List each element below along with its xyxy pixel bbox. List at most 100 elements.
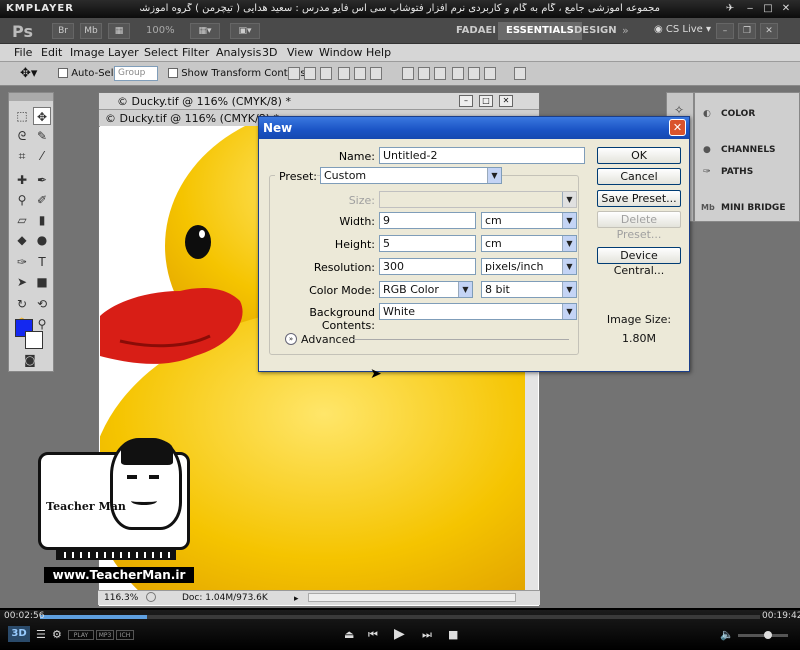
- eyedropper-tool-icon[interactable]: ⁄: [33, 147, 51, 165]
- pin-icon[interactable]: ✈: [724, 3, 736, 15]
- show-transform-option[interactable]: Show Transform Controls: [168, 68, 306, 79]
- app-restore-icon[interactable]: ❐: [738, 23, 756, 39]
- view-extras-icon[interactable]: ▦: [108, 23, 130, 39]
- move-tool-preset-icon[interactable]: ✥▾: [20, 66, 37, 81]
- healing-brush-tool-icon[interactable]: ✚: [13, 171, 31, 189]
- panel-mini-bridge[interactable]: Mb MINI BRIDGE: [695, 197, 799, 219]
- delete-preset-button[interactable]: Delete Preset...: [597, 211, 681, 241]
- auto-select-checkbox[interactable]: [58, 68, 68, 78]
- cancel-button[interactable]: Cancel: [597, 168, 681, 185]
- clone-stamp-tool-icon[interactable]: ⚲: [13, 191, 31, 209]
- play-icon[interactable]: ▶: [394, 626, 405, 642]
- history-brush-tool-icon[interactable]: ✐: [33, 191, 51, 209]
- eject-icon[interactable]: ⏏: [344, 628, 354, 641]
- panel-paths[interactable]: ✑ PATHS: [695, 161, 799, 183]
- eraser-tool-icon[interactable]: ▱: [13, 211, 31, 229]
- lasso-tool-icon[interactable]: ᘓ: [13, 127, 31, 145]
- app-close-icon[interactable]: ✕: [760, 23, 778, 39]
- volume-slider-handle[interactable]: [764, 631, 772, 639]
- minimize-icon[interactable]: ‒: [744, 3, 756, 15]
- launch-bridge-icon[interactable]: Br: [52, 23, 74, 39]
- doc-close-icon[interactable]: ✕: [499, 95, 513, 107]
- name-input[interactable]: Untitled-2: [379, 147, 585, 164]
- distribute-bottom-icon[interactable]: [434, 67, 446, 80]
- app-minimize-icon[interactable]: –: [716, 23, 734, 39]
- zoom-level[interactable]: 100%: [146, 25, 175, 36]
- bg-contents-dropdown[interactable]: White ▼: [379, 303, 577, 320]
- pen-tool-icon[interactable]: ✑: [13, 253, 31, 271]
- distribute-top-icon[interactable]: [402, 67, 414, 80]
- menu-filter[interactable]: Filter: [182, 46, 209, 59]
- dialog-title-bar[interactable]: New: [259, 117, 689, 139]
- mode-badge-mp3[interactable]: MP3: [96, 630, 114, 640]
- crop-tool-icon[interactable]: ⌗: [13, 147, 31, 165]
- mode-badge-play[interactable]: PLAY: [68, 630, 94, 640]
- ok-button[interactable]: OK: [597, 147, 681, 164]
- align-top-icon[interactable]: [288, 67, 300, 80]
- quick-mask-icon[interactable]: ◙: [21, 351, 39, 369]
- workspace-fadaei[interactable]: FADAEI: [448, 22, 504, 40]
- maximize-icon[interactable]: □: [762, 3, 774, 15]
- width-input[interactable]: 9: [379, 212, 476, 229]
- doc-maximize-icon[interactable]: □: [479, 95, 493, 107]
- advanced-toggle-icon[interactable]: »: [285, 333, 297, 345]
- panel-color[interactable]: ◐ COLOR: [695, 103, 799, 125]
- menu-edit[interactable]: Edit: [41, 46, 62, 59]
- menu-help[interactable]: Help: [366, 46, 391, 59]
- tools-panel-header[interactable]: [9, 93, 53, 101]
- more-workspaces-icon[interactable]: »: [622, 24, 629, 37]
- move-tool-icon[interactable]: ✥: [33, 107, 51, 125]
- menu-view[interactable]: View: [287, 46, 313, 59]
- device-central-button[interactable]: Device Central...: [597, 247, 681, 277]
- screen-mode-icon[interactable]: ▣▾: [230, 23, 260, 39]
- workspace-design[interactable]: DESIGN: [566, 22, 625, 40]
- align-hcenter-icon[interactable]: [354, 67, 366, 80]
- status-menu-icon[interactable]: ▸: [294, 592, 299, 606]
- distribute-hcenter-icon[interactable]: [468, 67, 480, 80]
- panel-dock-icon[interactable]: ✧: [674, 103, 684, 117]
- blur-tool-icon[interactable]: ◆: [13, 231, 31, 249]
- auto-align-icon[interactable]: [514, 67, 526, 80]
- playlist-icon[interactable]: ☰: [36, 628, 46, 641]
- background-color-swatch[interactable]: [25, 331, 43, 349]
- document-zoom[interactable]: 116.3%: [104, 591, 138, 605]
- save-preset-button[interactable]: Save Preset...: [597, 190, 681, 207]
- distribute-left-icon[interactable]: [452, 67, 464, 80]
- width-unit-dropdown[interactable]: cm ▼: [481, 212, 577, 229]
- size-dropdown[interactable]: ▼: [379, 191, 577, 208]
- stop-icon[interactable]: ■: [448, 628, 458, 641]
- dodge-tool-icon[interactable]: ●: [33, 231, 51, 249]
- show-transform-checkbox[interactable]: [168, 68, 178, 78]
- bit-depth-dropdown[interactable]: 8 bit ▼: [481, 281, 577, 298]
- quick-selection-tool-icon[interactable]: ✎: [33, 127, 51, 145]
- 3d-rotate-tool-icon[interactable]: ↻: [13, 295, 31, 313]
- settings-gear-icon[interactable]: ⚙: [52, 628, 62, 641]
- menu-image[interactable]: Image: [70, 46, 104, 59]
- path-selection-tool-icon[interactable]: ➤: [13, 273, 31, 291]
- auto-select-dropdown[interactable]: Group: [114, 66, 158, 81]
- volume-icon[interactable]: 🔈: [720, 628, 734, 641]
- resolution-unit-dropdown[interactable]: pixels/inch ▼: [481, 258, 577, 275]
- close-icon[interactable]: ✕: [780, 3, 792, 15]
- gradient-tool-icon[interactable]: ▮: [33, 211, 51, 229]
- align-left-icon[interactable]: [338, 67, 350, 80]
- mode-badge-ich[interactable]: ICH: [116, 630, 134, 640]
- resolution-input[interactable]: 300: [379, 258, 476, 275]
- align-vcenter-icon[interactable]: [304, 67, 316, 80]
- preset-dropdown[interactable]: Custom ▼: [320, 167, 502, 184]
- type-tool-icon[interactable]: T: [33, 253, 51, 271]
- menu-select[interactable]: Select: [144, 46, 178, 59]
- seek-bar[interactable]: [40, 615, 760, 619]
- horizontal-scrollbar[interactable]: [308, 593, 516, 602]
- launch-minibridge-icon[interactable]: Mb: [80, 23, 102, 39]
- shape-tool-icon[interactable]: ■: [33, 273, 51, 291]
- menu-file[interactable]: File: [14, 46, 32, 59]
- marquee-tool-icon[interactable]: ⬚: [13, 107, 31, 125]
- menu-layer[interactable]: Layer: [108, 46, 139, 59]
- align-bottom-icon[interactable]: [320, 67, 332, 80]
- menu-analysis[interactable]: Analysis: [216, 46, 261, 59]
- status-info-icon[interactable]: [146, 592, 156, 602]
- menu-window[interactable]: Window: [319, 46, 362, 59]
- distribute-right-icon[interactable]: [484, 67, 496, 80]
- menu-3d[interactable]: 3D: [262, 46, 277, 59]
